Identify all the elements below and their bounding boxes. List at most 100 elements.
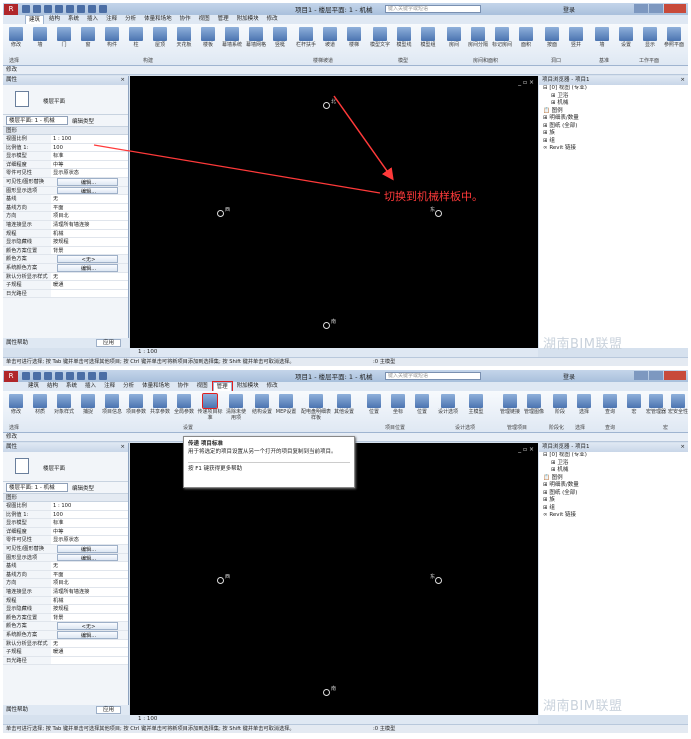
save-icon[interactable] <box>33 5 41 13</box>
type-selector[interactable]: 楼层平面 <box>3 85 128 115</box>
inquiry-button[interactable]: 查询 <box>599 394 621 415</box>
snaps-button[interactable]: 捕捉 <box>77 394 99 415</box>
redo-icon[interactable] <box>55 5 63 13</box>
undo-icon[interactable] <box>44 5 52 13</box>
measure-icon[interactable] <box>77 5 85 13</box>
selection-button[interactable]: 选择 <box>573 394 595 415</box>
property-value[interactable]: 暖通 <box>51 281 128 289</box>
additional-settings-button[interactable]: 其他设置 <box>333 394 355 415</box>
tab-structure[interactable]: 结构 <box>44 382 61 391</box>
property-value[interactable]: 项目北 <box>51 579 128 587</box>
property-value[interactable]: 暖通 <box>51 648 128 656</box>
tab-manage[interactable]: 管理 <box>211 381 233 392</box>
tab-annotate[interactable]: 注释 <box>101 382 118 391</box>
global-params-button[interactable]: 全局参数 <box>173 394 195 415</box>
property-value[interactable] <box>51 289 128 298</box>
property-value[interactable]: 机械 <box>51 596 128 605</box>
print-icon[interactable] <box>66 5 74 13</box>
properties-help-link[interactable]: 属性帮助 <box>6 340 28 346</box>
apply-button[interactable]: 应用 <box>95 706 121 714</box>
search-input[interactable]: 键入关键字或短语 <box>385 372 481 380</box>
component-button[interactable]: 构件 <box>101 27 123 48</box>
app-menu-button[interactable]: R <box>4 3 18 15</box>
property-value[interactable]: 中等 <box>51 160 128 169</box>
browser-item[interactable]: ⊞ 卫浴 <box>539 93 688 101</box>
browser-item[interactable]: ⊞ 明细表/数量 <box>539 482 688 490</box>
view-window-controls[interactable]: _ ▫ × <box>518 79 534 86</box>
window-button[interactable]: 窗 <box>77 27 99 48</box>
instance-filter-dropdown[interactable]: 楼层平面: 1 - 机械 <box>6 116 68 125</box>
redo-icon[interactable] <box>55 372 63 380</box>
tab-modify[interactable]: 修改 <box>264 15 281 24</box>
browser-item[interactable]: ⊞ 机械 <box>539 100 688 108</box>
tab-massing[interactable]: 体量和场地 <box>139 382 173 391</box>
elevation-marker-north[interactable] <box>323 102 330 109</box>
tab-analyze[interactable]: 分析 <box>120 382 137 391</box>
3d-view-icon[interactable] <box>99 372 107 380</box>
curtain-grid-button[interactable]: 幕墙网格 <box>245 27 267 48</box>
apply-button[interactable]: 应用 <box>95 339 121 347</box>
curtain-system-button[interactable]: 幕墙系统 <box>221 27 243 48</box>
property-value[interactable]: 显示原状态 <box>51 536 128 544</box>
tab-structure[interactable]: 结构 <box>46 15 63 24</box>
datum-wall-button[interactable]: 墙 <box>591 27 613 48</box>
text-icon[interactable] <box>88 372 96 380</box>
coordinates-button[interactable]: 坐标 <box>387 394 409 415</box>
manage-images-button[interactable]: 管理图像 <box>523 394 545 415</box>
modify-button[interactable]: 修改 <box>5 394 27 415</box>
property-edit-button[interactable]: 编辑... <box>57 186 118 195</box>
property-value[interactable]: 按规程 <box>51 605 128 613</box>
property-edit-button[interactable]: 编辑... <box>57 544 118 553</box>
browser-item[interactable]: ⊟ [0] 视图 (专业) <box>539 452 688 460</box>
macros-button[interactable]: 宏 <box>623 394 645 415</box>
browser-item[interactable]: 📋 图例 <box>539 108 688 116</box>
tab-collaborate[interactable]: 协作 <box>177 15 194 24</box>
active-model-indicator[interactable]: :0 主模型 <box>373 358 395 366</box>
close-icon[interactable]: × <box>120 76 125 85</box>
tag-room-button[interactable]: 标记房间 <box>491 27 513 48</box>
elevation-marker-east[interactable] <box>435 210 442 217</box>
property-value[interactable]: 100 <box>51 510 128 519</box>
property-value[interactable]: 1 : 100 <box>51 502 128 510</box>
model-group-button[interactable]: 模型组 <box>417 27 439 48</box>
save-icon[interactable] <box>33 372 41 380</box>
elevation-marker-west[interactable] <box>217 577 224 584</box>
property-value[interactable]: 平面 <box>51 570 128 579</box>
open-icon[interactable] <box>22 372 30 380</box>
edit-type-button[interactable]: 编辑类型 <box>72 484 94 492</box>
model-line-button[interactable]: 模型线 <box>393 27 415 48</box>
browser-item[interactable]: ⊞ 族 <box>539 130 688 138</box>
browser-item[interactable]: 📋 图例 <box>539 475 688 483</box>
tab-architecture[interactable]: 建筑 <box>25 15 45 24</box>
property-edit-button[interactable]: 编辑... <box>57 630 118 639</box>
close-icon[interactable]: × <box>680 76 685 85</box>
property-value[interactable]: 项目北 <box>51 212 128 220</box>
wall-button[interactable]: 墙 <box>29 27 51 48</box>
property-value[interactable]: 1 : 100 <box>51 135 128 143</box>
view-control-bar[interactable]: 1 : 100 <box>130 715 538 724</box>
browser-item[interactable]: ⊞ 图纸 (全部) <box>539 123 688 131</box>
elevation-marker-west[interactable] <box>217 210 224 217</box>
search-input[interactable]: 键入关键字或短语 <box>385 5 481 13</box>
tab-massing[interactable]: 体量和场地 <box>141 15 175 24</box>
structural-settings-button[interactable]: 结构设置 <box>251 394 273 415</box>
macro-manager-button[interactable]: 宏管理器 <box>645 394 667 415</box>
property-value[interactable]: 清理所有墙连接 <box>51 587 128 596</box>
browser-item[interactable]: ∞ Revit 链接 <box>539 512 688 520</box>
ramp-button[interactable]: 坡道 <box>319 27 341 48</box>
browser-item[interactable]: ∞ Revit 链接 <box>539 145 688 153</box>
room-button[interactable]: 房间 <box>443 27 465 48</box>
modify-button[interactable]: 修改 <box>5 27 27 48</box>
elevation-marker-south[interactable] <box>323 689 330 696</box>
tab-insert[interactable]: 插入 <box>84 15 101 24</box>
object-styles-button[interactable]: 对象样式 <box>53 394 75 415</box>
tab-systems[interactable]: 系统 <box>63 382 80 391</box>
floor-button[interactable]: 楼板 <box>197 27 219 48</box>
active-model-indicator[interactable]: :0 主模型 <box>373 725 395 733</box>
browser-item[interactable]: ⊞ 明细表/数量 <box>539 115 688 123</box>
property-edit-button[interactable]: <无> <box>57 622 118 630</box>
sign-in-label[interactable]: 登录 <box>563 5 575 14</box>
column-button[interactable]: 柱 <box>125 27 147 48</box>
close-icon[interactable] <box>664 4 686 13</box>
project-info-button[interactable]: 项目信息 <box>101 394 123 415</box>
